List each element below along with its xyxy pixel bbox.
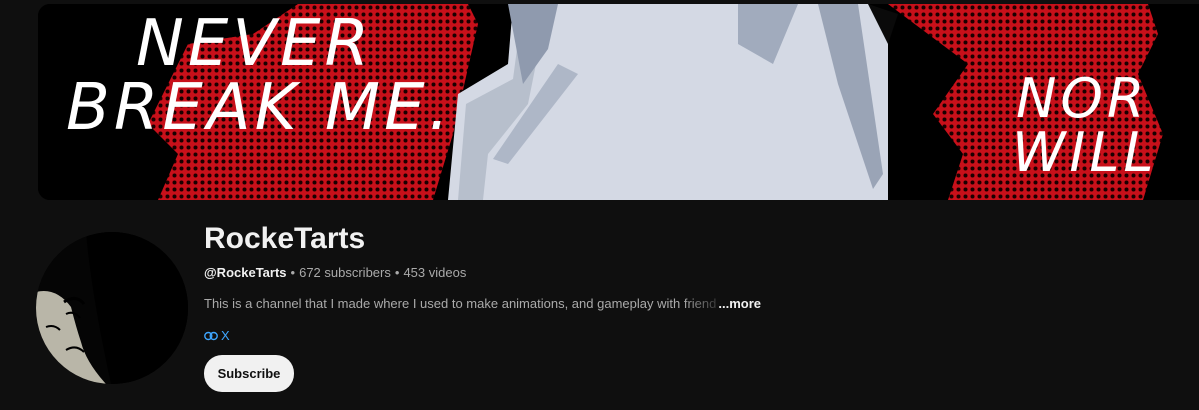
banner-line: BREAK ME. — [66, 71, 453, 145]
separator: • — [394, 265, 400, 280]
banner-text-right: NOR WILL — [1012, 72, 1158, 180]
channel-description[interactable]: This is a channel that I made where I us… — [204, 296, 1104, 311]
subscriber-count: 672 subscribers — [299, 265, 391, 280]
subscribe-button[interactable]: Subscribe — [204, 355, 294, 392]
banner-line: NOR — [1016, 67, 1149, 130]
banner-line: WILL — [1012, 121, 1158, 184]
channel-meta: @RockeTarts • 672 subscribers • 453 videos — [204, 265, 1104, 280]
channel-info: RockeTarts @RockeTarts • 672 subscribers • 4… — [204, 222, 1104, 343]
banner-text-left: NEVER BREAK ME. — [66, 12, 453, 140]
more-button[interactable]: ...more — [718, 296, 761, 311]
link-icon — [204, 331, 218, 340]
link-label: X — [221, 328, 230, 343]
description-faded-text: friend — [683, 296, 717, 311]
channel-name: RockeTarts — [204, 222, 366, 255]
description-text: This is a channel that I made where I us… — [204, 296, 681, 311]
channel-avatar[interactable] — [36, 232, 188, 384]
avatar-artwork — [36, 232, 188, 384]
channel-banner: NEVER BREAK ME. NOR WILL — [38, 4, 1199, 200]
banner-line: NEVER — [136, 7, 373, 81]
video-count: 453 videos — [403, 265, 467, 280]
separator: • — [290, 265, 296, 280]
channel-link[interactable]: X — [204, 328, 1104, 343]
channel-handle: @RockeTarts — [204, 265, 287, 280]
